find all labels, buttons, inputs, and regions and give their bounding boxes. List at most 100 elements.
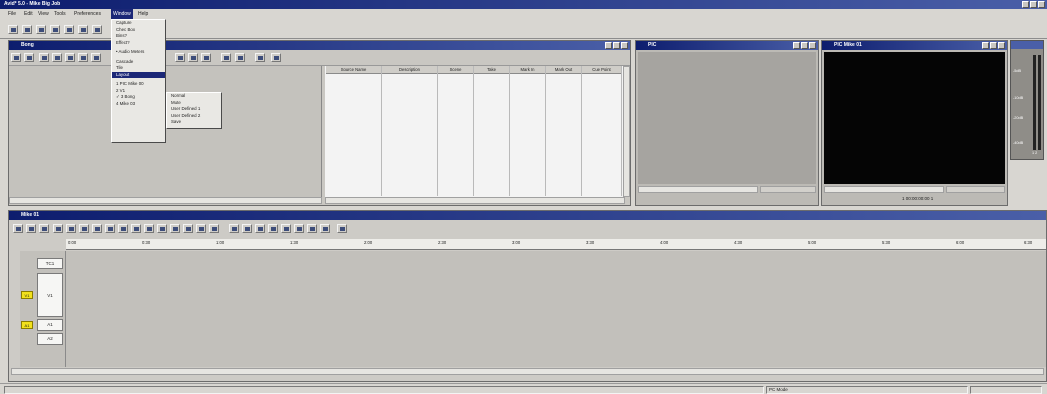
bin-tool-9-icon[interactable] (188, 53, 198, 62)
bin-tool-10-icon[interactable] (201, 53, 211, 62)
minimize-icon[interactable] (1022, 1, 1029, 8)
column-header-mark-in[interactable]: Mark In (510, 66, 545, 74)
tl-tool-5-icon[interactable] (66, 224, 76, 233)
timeline-ruler[interactable]: 0:00 0:30 1:00 1:30 2:00 2:30 3:00 3:30 … (66, 239, 1046, 250)
bin-tool-12-icon[interactable] (235, 53, 245, 62)
source-position-bar[interactable] (638, 186, 758, 193)
patch-a1[interactable]: A1 (21, 321, 33, 329)
menu-file[interactable]: File (6, 9, 18, 19)
tl-tool-7-icon[interactable] (92, 224, 102, 233)
tl-tool-10-icon[interactable] (131, 224, 141, 233)
bin-tool-8-icon[interactable] (175, 53, 185, 62)
column-cue-point[interactable]: Cue Point (582, 66, 622, 196)
close-icon[interactable] (621, 42, 628, 49)
bin-tool-3-icon[interactable] (39, 53, 49, 62)
print-icon[interactable] (92, 25, 102, 34)
menu-edit[interactable]: Edit (22, 9, 35, 19)
track-a2[interactable]: A2 (37, 333, 63, 345)
tl-tool-16-icon[interactable] (209, 224, 219, 233)
copy-icon[interactable] (64, 25, 74, 34)
bin-table-scrollbar[interactable] (325, 197, 625, 204)
close-icon[interactable] (809, 42, 816, 49)
tl-tool-24-icon[interactable] (320, 224, 330, 233)
bin-tool-11-icon[interactable] (221, 53, 231, 62)
source-transport[interactable] (760, 186, 816, 193)
track-a1[interactable]: A1 (37, 319, 63, 331)
menu-view[interactable]: View (36, 9, 51, 19)
maximize-icon[interactable] (1030, 1, 1037, 8)
bin-tool-13-icon[interactable] (255, 53, 265, 62)
track-area[interactable] (66, 251, 1046, 367)
new-icon[interactable] (8, 25, 18, 34)
column-header-mark-out[interactable]: Mark Out (546, 66, 581, 74)
ruler-label-7: 3:30 (586, 240, 595, 245)
close-icon[interactable] (1038, 1, 1045, 8)
tl-tool-1-icon[interactable] (13, 224, 23, 233)
bin-tool-1-icon[interactable] (11, 53, 21, 62)
minimize-icon[interactable] (982, 42, 989, 49)
tl-tool-13-icon[interactable] (170, 224, 180, 233)
tl-tool-19-icon[interactable] (255, 224, 265, 233)
menu-help[interactable]: Help (136, 9, 150, 19)
tl-tool-18-icon[interactable] (242, 224, 252, 233)
bin-tool-2-icon[interactable] (24, 53, 34, 62)
maximize-icon[interactable] (613, 42, 620, 49)
bin-vertical-scrollbar[interactable] (623, 66, 630, 197)
save-icon[interactable] (36, 25, 46, 34)
record-transport[interactable] (946, 186, 1005, 193)
paste-icon[interactable] (78, 25, 88, 34)
column-header-take[interactable]: Take (474, 66, 509, 74)
tl-tool-11-icon[interactable] (144, 224, 154, 233)
tl-tool-14-icon[interactable] (183, 224, 193, 233)
tl-tool-9-icon[interactable] (118, 224, 128, 233)
column-header-scene[interactable]: Scene (438, 66, 473, 74)
maximize-icon[interactable] (801, 42, 808, 49)
close-icon[interactable] (998, 42, 1005, 49)
tl-tool-25-icon[interactable] (337, 224, 347, 233)
column-take[interactable]: Take (474, 66, 510, 196)
column-mark-in[interactable]: Mark In (510, 66, 546, 196)
tl-tool-22-icon[interactable] (294, 224, 304, 233)
source-video-area[interactable] (638, 52, 816, 184)
tl-tool-23-icon[interactable] (307, 224, 317, 233)
tl-tool-4-icon[interactable] (53, 224, 63, 233)
menu-window[interactable]: Window (111, 9, 133, 19)
timeline-scrollbar[interactable] (11, 368, 1044, 375)
trash-icon[interactable] (271, 53, 281, 62)
menu-tools[interactable]: Tools (52, 9, 68, 19)
column-source-name[interactable]: Source Name (326, 66, 382, 196)
minimize-icon[interactable] (605, 42, 612, 49)
bin-tool-4-icon[interactable] (52, 53, 62, 62)
column-header-description[interactable]: Description (382, 66, 437, 74)
tl-tool-12-icon[interactable] (157, 224, 167, 233)
track-tc1[interactable]: TC1 (37, 258, 63, 269)
track-v1[interactable]: V1 (37, 273, 63, 317)
submenu-item-save[interactable]: Save (167, 119, 221, 126)
tl-tool-21-icon[interactable] (281, 224, 291, 233)
tl-tool-20-icon[interactable] (268, 224, 278, 233)
bin-tool-5-icon[interactable] (65, 53, 75, 62)
column-mark-out[interactable]: Mark Out (546, 66, 582, 196)
bin-left-scrollbar[interactable] (9, 197, 322, 204)
tl-tool-8-icon[interactable] (105, 224, 115, 233)
tl-tool-15-icon[interactable] (196, 224, 206, 233)
tl-tool-6-icon[interactable] (79, 224, 89, 233)
tl-tool-17-icon[interactable] (229, 224, 239, 233)
column-header-source-name[interactable]: Source Name (326, 66, 381, 74)
record-video-area[interactable] (824, 52, 1005, 184)
column-scene[interactable]: Scene (438, 66, 474, 196)
bin-tool-7-icon[interactable] (91, 53, 101, 62)
tl-tool-3-icon[interactable] (39, 224, 49, 233)
column-description[interactable]: Description (382, 66, 438, 196)
record-position-bar[interactable] (824, 186, 944, 193)
minimize-icon[interactable] (793, 42, 800, 49)
menu-item-window-4[interactable]: 4 Mike 03 (112, 101, 165, 108)
maximize-icon[interactable] (990, 42, 997, 49)
open-icon[interactable] (22, 25, 32, 34)
cut-icon[interactable] (50, 25, 60, 34)
tl-tool-2-icon[interactable] (26, 224, 36, 233)
menu-preferences[interactable]: Preferences (72, 9, 103, 19)
patch-v1[interactable]: V1 (21, 291, 33, 299)
column-header-cue-point[interactable]: Cue Point (582, 66, 621, 74)
bin-tool-6-icon[interactable] (78, 53, 88, 62)
